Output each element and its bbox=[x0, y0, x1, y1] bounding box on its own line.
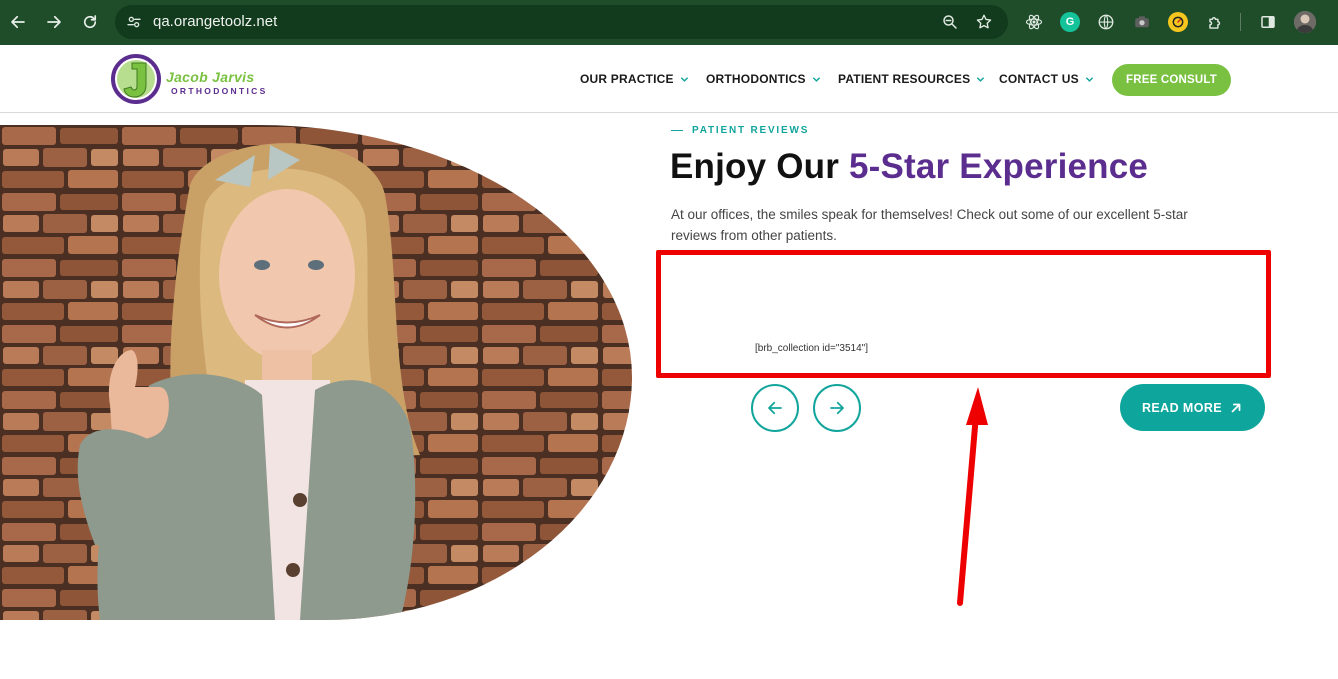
site-settings-icon[interactable] bbox=[123, 11, 145, 33]
back-button[interactable] bbox=[6, 10, 30, 34]
nav-label: CONTACT US bbox=[999, 72, 1079, 86]
globe-icon[interactable] bbox=[1096, 12, 1116, 32]
nav-label: PATIENT RESOURCES bbox=[838, 72, 971, 86]
timer-icon[interactable] bbox=[1168, 12, 1188, 32]
arrow-left-icon bbox=[768, 401, 782, 415]
site-logo[interactable]: Jacob Jarvis ORTHODONTICS bbox=[110, 52, 285, 106]
arrow-left-icon bbox=[11, 15, 25, 29]
browser-toolbar: qa.orangetoolz.net G bbox=[0, 0, 1338, 45]
logo-mark-icon bbox=[111, 54, 161, 104]
react-icon[interactable] bbox=[1024, 12, 1044, 32]
forward-button[interactable] bbox=[42, 10, 66, 34]
read-more-button[interactable]: READ MORE bbox=[1120, 384, 1265, 431]
url-text[interactable]: qa.orangetoolz.net bbox=[153, 13, 277, 30]
annotation-arrow bbox=[957, 387, 988, 606]
reload-button[interactable] bbox=[78, 10, 102, 34]
sidepanel-icon[interactable] bbox=[1258, 12, 1278, 32]
hero-photo bbox=[0, 125, 632, 620]
read-more-label: READ MORE bbox=[1142, 400, 1222, 415]
section-intro: At our offices, the smiles speak for the… bbox=[671, 207, 1188, 243]
camera-icon[interactable] bbox=[1132, 12, 1152, 32]
chevron-down-icon bbox=[977, 76, 985, 82]
puzzle-icon[interactable] bbox=[1205, 12, 1225, 32]
profile-avatar[interactable] bbox=[1294, 11, 1316, 33]
unrendered-shortcode: [brb_collection id="3514"] bbox=[755, 343, 869, 354]
chevron-down-icon bbox=[680, 76, 688, 82]
chevron-down-icon bbox=[812, 76, 820, 82]
next-review-button[interactable] bbox=[813, 384, 861, 432]
section-heading: Enjoy Our 5-Star Experience bbox=[670, 147, 1148, 187]
bookmark-star-icon[interactable] bbox=[975, 13, 993, 31]
site-header: Jacob Jarvis ORTHODONTICS OUR PRACTICE O… bbox=[0, 45, 1338, 113]
heading-accent: 5-Star Experience bbox=[848, 147, 1149, 186]
reload-icon bbox=[83, 15, 97, 29]
toolbar-divider bbox=[1240, 13, 1241, 31]
zoom-icon[interactable] bbox=[941, 13, 959, 31]
patient-photo-illustration bbox=[0, 125, 632, 620]
nav-contact-us[interactable]: CONTACT US bbox=[999, 72, 1094, 86]
nav-patient-resources[interactable]: PATIENT RESOURCES bbox=[838, 72, 985, 86]
reviews-widget-container: [brb_collection id="3514"] bbox=[656, 250, 1271, 378]
arrow-right-icon bbox=[830, 401, 844, 415]
nav-label: OUR PRACTICE bbox=[580, 72, 674, 86]
prev-review-button[interactable] bbox=[751, 384, 799, 432]
chevron-down-icon bbox=[1085, 76, 1093, 82]
nav-label: ORTHODONTICS bbox=[706, 72, 806, 86]
grammarly-icon[interactable]: G bbox=[1060, 12, 1080, 32]
free-consult-button[interactable]: FREE CONSULT bbox=[1112, 64, 1231, 96]
logo-name: Jacob Jarvis bbox=[166, 69, 255, 85]
nav-orthodontics[interactable]: ORTHODONTICS bbox=[706, 72, 821, 86]
arrow-right-icon bbox=[47, 15, 61, 29]
eyebrow-label: PATIENT REVIEWS bbox=[692, 125, 810, 136]
logo-subtitle: ORTHODONTICS bbox=[171, 86, 268, 96]
section-eyebrow: PATIENT REVIEWS bbox=[671, 125, 809, 136]
eyebrow-dash bbox=[671, 129, 683, 132]
address-bar[interactable]: qa.orangetoolz.net bbox=[115, 5, 1008, 39]
heading-plain: Enjoy Our bbox=[670, 147, 849, 186]
nav-our-practice[interactable]: OUR PRACTICE bbox=[580, 72, 689, 86]
arrow-up-right-icon bbox=[1231, 403, 1241, 412]
